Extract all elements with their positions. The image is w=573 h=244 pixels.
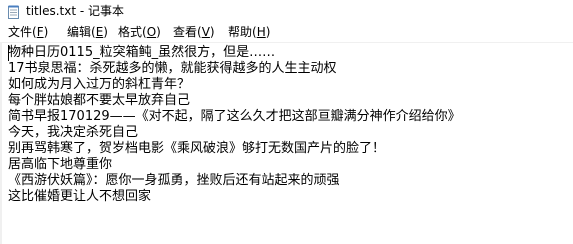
window-title: titles.txt - 记事本 xyxy=(26,4,124,18)
menu-format-mnemonic: O xyxy=(146,25,157,39)
text-line: 每个胖姑娘都不要太早放弃自己 xyxy=(8,93,191,108)
menu-edit[interactable]: 编辑(E) xyxy=(67,22,108,42)
editor-content[interactable]: 物种日历0115_粒突箱鲀_虽然很方，但是…… 17书泉思福：杀死越多的懒，就能… xyxy=(8,45,568,205)
text-line: 《西游伏妖篇》：愿你一身孤勇，挫败后还有站起来的顽强 xyxy=(8,173,340,188)
menu-bar: 文件(F) 编辑(E) 格式(O) 查看(V) 帮助(H) xyxy=(0,22,573,42)
menu-help[interactable]: 帮助(H) xyxy=(228,22,270,42)
menu-help-label: 帮助( xyxy=(228,25,257,39)
menu-help-suffix: ) xyxy=(265,25,271,39)
menu-format[interactable]: 格式(O) xyxy=(118,22,161,42)
menu-edit-suffix: ) xyxy=(103,25,108,39)
notepad-icon xyxy=(8,4,19,19)
text-line: 17书泉思福：杀死越多的懒，就能获得越多的人生主动权 xyxy=(8,61,337,76)
menu-file-label: 文件( xyxy=(8,25,37,39)
text-caret xyxy=(8,45,9,61)
text-line: 物种日历0115_粒突箱鲀_虽然很方，但是…… xyxy=(8,45,276,60)
text-line: 这比催婚更让人不想回家 xyxy=(8,189,152,204)
text-line: 简书早报170129——《对不起，隔了这么久才把这部亘瓣满分神作介绍给你》 xyxy=(8,109,461,124)
menu-format-suffix: ) xyxy=(156,25,161,39)
menu-edit-label: 编辑( xyxy=(67,25,96,39)
menu-view-label: 查看( xyxy=(173,25,202,39)
menu-file-suffix: ) xyxy=(43,25,49,39)
title-bar[interactable]: titles.txt - 记事本 xyxy=(0,0,573,22)
text-editor[interactable]: 物种日历0115_粒突箱鲀_虽然很方，但是…… 17书泉思福：杀死越多的懒，就能… xyxy=(0,43,573,244)
editor-left-border xyxy=(0,43,2,244)
text-line: 居高临下地尊重你 xyxy=(8,157,113,172)
menu-help-mnemonic: H xyxy=(256,25,266,39)
menu-file-mnemonic: F xyxy=(36,25,44,39)
menu-file[interactable]: 文件(F) xyxy=(8,22,48,42)
menu-view[interactable]: 查看(V) xyxy=(173,22,215,42)
menu-view-suffix: ) xyxy=(209,25,215,39)
menu-format-label: 格式( xyxy=(118,25,147,39)
menu-view-mnemonic: V xyxy=(201,25,210,39)
text-line: 如何成为月入过万的斜杠青年？ xyxy=(8,77,191,92)
notepad-window: titles.txt - 记事本 文件(F) 编辑(E) 格式(O) 查看(V)… xyxy=(0,0,573,244)
text-line: 别再骂韩寒了，贺岁档电影《乘风破浪》够打无数国产片的脸了！ xyxy=(8,141,386,156)
text-line: 今天，我决定杀死自己 xyxy=(8,125,139,140)
